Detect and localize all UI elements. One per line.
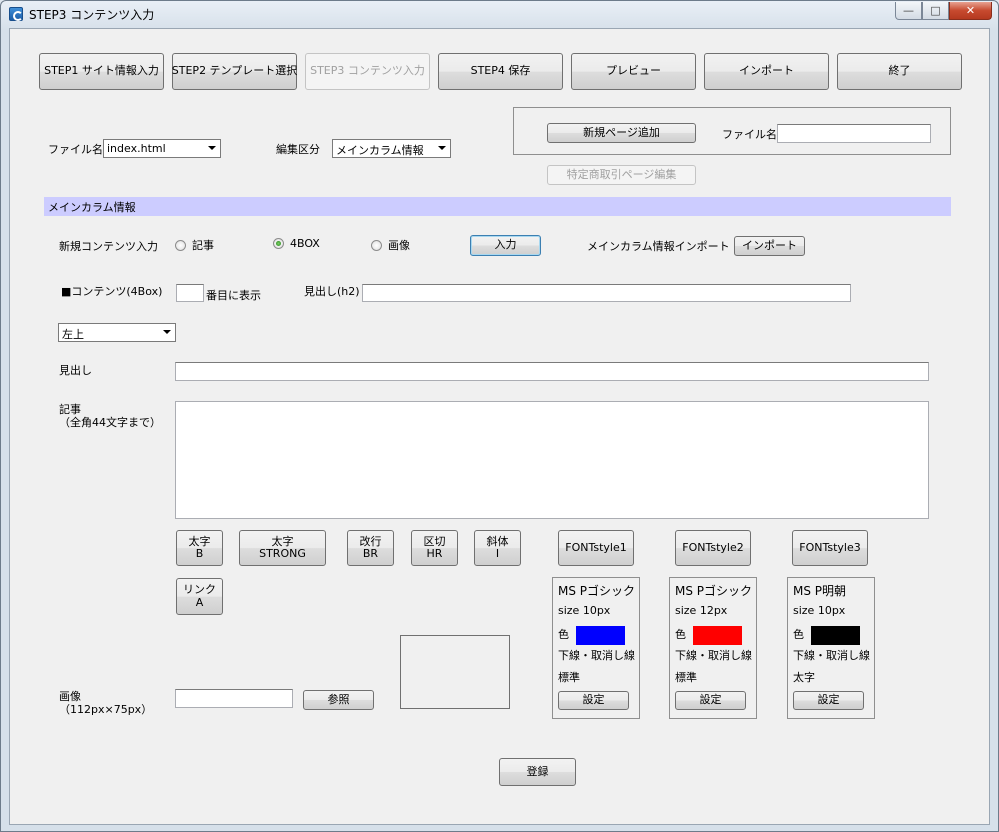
- radio-4box-label: 4BOX: [290, 237, 320, 250]
- heading-input[interactable]: [175, 362, 929, 381]
- maincolumn-import-label: メインカラム情報インポート: [587, 240, 730, 253]
- link-button[interactable]: リンク A: [176, 578, 223, 615]
- maximize-button[interactable]: □: [922, 2, 949, 20]
- article-textarea[interactable]: [175, 401, 929, 519]
- app-icon: [9, 7, 23, 21]
- section-type-select-value: メインカラム情報: [336, 144, 424, 157]
- window-title: STEP3 コンテンツ入力: [29, 8, 155, 22]
- horizontal-rule-line2: HR: [426, 547, 443, 560]
- fontstyle3-decoration: 下線・取消し線: [793, 649, 870, 662]
- app-window: STEP3 コンテンツ入力 — □ ✕ STEP1 サイト情報入力 STEP2 …: [0, 0, 999, 832]
- step2-button[interactable]: STEP2 テンプレート選択: [172, 53, 297, 90]
- section-type-label: 編集区分: [276, 143, 320, 156]
- italic-line2: I: [495, 547, 500, 560]
- chevron-down-icon: [163, 330, 171, 334]
- link-line1: リンク: [183, 583, 216, 597]
- chevron-down-icon: [208, 146, 216, 150]
- line-break-button[interactable]: 改行 BR: [347, 530, 394, 566]
- browse-button[interactable]: 参照: [303, 690, 374, 710]
- fontstyle1-color-label: 色: [558, 628, 569, 641]
- fontstyle1-set-button[interactable]: 設定: [558, 691, 629, 710]
- file-select[interactable]: index.html: [103, 139, 221, 158]
- new-page-filename-label: ファイル名: [722, 128, 777, 141]
- bold-strong-line2: STRONG: [259, 547, 306, 560]
- fontstyle3-color-swatch: [811, 626, 860, 645]
- display-order-input[interactable]: [176, 284, 204, 302]
- fontstyle2-font: MS Pゴシック: [675, 584, 753, 598]
- fontstyle2-decoration: 下線・取消し線: [675, 649, 752, 662]
- bold-strong-button[interactable]: 太字 STRONG: [239, 530, 326, 566]
- image-size-label: （112px×75px）: [59, 703, 153, 716]
- article-limit-label: （全角44文字まで）: [59, 416, 161, 429]
- box-position-select-value: 左上: [62, 328, 84, 341]
- client-area: STEP1 サイト情報入力 STEP2 テンプレート選択 STEP3 コンテンツ…: [9, 28, 990, 825]
- input-button[interactable]: 入力: [470, 235, 541, 256]
- file-select-value: index.html: [107, 142, 166, 155]
- file-label: ファイル名: [48, 143, 103, 156]
- fontstyle1-size: size 10px: [558, 604, 611, 617]
- fontstyle3-size: size 10px: [793, 604, 846, 617]
- section-header-bar: メインカラム情報: [44, 197, 951, 216]
- import-top-button[interactable]: インポート: [704, 53, 829, 90]
- fontstyle1-button[interactable]: FONTstyle1: [558, 530, 634, 566]
- radio-checked-icon: [273, 238, 284, 249]
- fontstyle1-color-swatch: [576, 626, 625, 645]
- fontstyle1-decoration: 下線・取消し線: [558, 649, 635, 662]
- fontstyle1-font: MS Pゴシック: [558, 584, 636, 598]
- tokutei-page-edit-button[interactable]: 特定商取引ページ編集: [547, 165, 696, 185]
- fontstyle2-set-button[interactable]: 設定: [675, 691, 746, 710]
- title-bar[interactable]: STEP3 コンテンツ入力 — □ ✕: [1, 1, 998, 27]
- preview-button[interactable]: プレビュー: [571, 53, 696, 90]
- bold-b-line2: B: [195, 547, 204, 560]
- section-type-select[interactable]: メインカラム情報: [332, 139, 451, 158]
- add-new-page-button[interactable]: 新規ページ追加: [547, 123, 696, 143]
- radio-image[interactable]: 画像: [371, 237, 410, 253]
- step3-button[interactable]: STEP3 コンテンツ入力: [305, 53, 430, 90]
- register-button[interactable]: 登録: [499, 758, 576, 786]
- fontstyle1-weight: 標準: [558, 671, 580, 684]
- horizontal-rule-button[interactable]: 区切 HR: [411, 530, 458, 566]
- image-path-input[interactable]: [175, 689, 293, 708]
- fontstyle2-size: size 12px: [675, 604, 728, 617]
- box-position-select[interactable]: 左上: [58, 323, 176, 342]
- fontstyle3-weight: 太字: [793, 671, 815, 684]
- close-button[interactable]: ✕: [949, 2, 992, 20]
- radio-circle-icon: [371, 239, 382, 251]
- step1-button[interactable]: STEP1 サイト情報入力: [39, 53, 164, 90]
- maincolumn-import-button[interactable]: インポート: [734, 236, 805, 256]
- exit-button[interactable]: 終了: [837, 53, 962, 90]
- content-4box-label: ■コンテンツ(4Box): [61, 285, 163, 298]
- italic-button[interactable]: 斜体 I: [474, 530, 521, 566]
- radio-image-label: 画像: [388, 239, 410, 252]
- fontstyle2-weight: 標準: [675, 671, 697, 684]
- fontstyle2-color-swatch: [693, 626, 742, 645]
- link-line2: A: [195, 595, 204, 609]
- bold-b-button[interactable]: 太字 B: [176, 530, 223, 566]
- new-page-filename-input[interactable]: [777, 124, 931, 143]
- radio-article[interactable]: 記事: [175, 237, 214, 253]
- h2-heading-input[interactable]: [362, 284, 851, 302]
- fontstyle2-color-label: 色: [675, 628, 686, 641]
- radio-article-label: 記事: [192, 239, 214, 252]
- heading-label: 見出し: [59, 364, 92, 377]
- display-order-suffix: 番目に表示: [206, 289, 261, 302]
- image-preview: [400, 635, 510, 709]
- chevron-down-icon: [438, 146, 446, 150]
- step4-save-button[interactable]: STEP4 保存: [438, 53, 563, 90]
- radio-4box[interactable]: 4BOX: [273, 237, 320, 250]
- fontstyle2-button[interactable]: FONTstyle2: [675, 530, 751, 566]
- h2-heading-label: 見出し(h2): [304, 285, 360, 298]
- fontstyle3-color-label: 色: [793, 628, 804, 641]
- line-break-line2: BR: [362, 547, 379, 560]
- radio-circle-icon: [175, 239, 186, 251]
- fontstyle3-set-button[interactable]: 設定: [793, 691, 864, 710]
- fontstyle3-font: MS P明朝: [793, 584, 847, 598]
- new-content-label: 新規コンテンツ入力: [59, 240, 158, 253]
- fontstyle3-button[interactable]: FONTstyle3: [792, 530, 868, 566]
- minimize-button[interactable]: —: [895, 2, 922, 20]
